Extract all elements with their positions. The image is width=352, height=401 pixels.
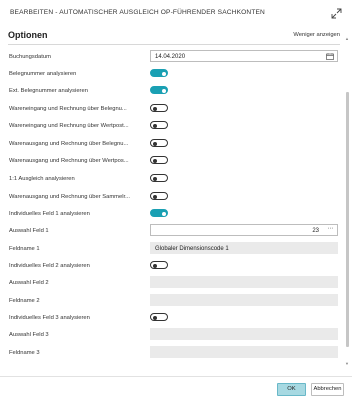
cancel-button[interactable]: Abbrechen [311, 383, 344, 396]
toggle-knob [153, 158, 157, 163]
toggle-switch[interactable] [150, 121, 168, 129]
field-row-warenausgang-und-rechnung-über-sammelr: Warenausgang und Rechnung über Sammelr..… [8, 190, 340, 204]
toggle-switch[interactable] [150, 313, 168, 321]
toggle-knob [162, 211, 166, 216]
toggle-switch[interactable] [150, 192, 168, 200]
toggle-switch[interactable] [150, 86, 168, 94]
toggle-switch[interactable] [150, 104, 168, 112]
field-label: Feldname 1 [9, 246, 40, 252]
toggle-knob [153, 106, 157, 111]
dialog-footer: OK Abbrechen [0, 376, 352, 401]
expand-icon[interactable] [331, 8, 342, 19]
field-label: Wareneingang und Rechnung über Wertpost.… [9, 123, 129, 129]
field-label: Buchungsdatum [9, 54, 51, 60]
field-label: Feldname 2 [9, 298, 40, 304]
field-row-feldname-1: Feldname 1 Globaler Dimensionscode 1 [8, 242, 340, 256]
field-row-individuelles-feld-3-analysieren: Individuelles Feld 3 analysieren [8, 311, 340, 325]
field-label: Feldname 3 [9, 350, 40, 356]
field-row-feldname-3: Feldname 3 [8, 346, 340, 360]
field-label: Belegnummer analysieren [9, 71, 77, 77]
date-input[interactable]: 14.04.2020 [150, 50, 338, 62]
readonly-field [150, 346, 338, 358]
field-label: Warenausgang und Rechnung über Wertpos..… [9, 158, 129, 164]
field-row-buchungsdatum: Buchungsdatum 14.04.2020 [8, 50, 340, 64]
field-label: Wareneingang und Rechnung über Belegnu..… [9, 106, 127, 112]
field-label: Auswahl Feld 1 [9, 228, 49, 234]
more-options-icon[interactable]: ··· [328, 225, 334, 233]
scroll-down-arrow-icon[interactable]: ▼ [345, 361, 349, 366]
field-value: Globaler Dimensionscode 1 [155, 246, 229, 252]
toggle-switch[interactable] [150, 69, 168, 77]
field-label: Individuelles Feld 1 analysieren [9, 211, 90, 217]
field-label: Auswahl Feld 3 [9, 332, 49, 338]
dialog: BEARBEITEN - AUTOMATISCHER AUSGLEICH OP-… [0, 0, 352, 401]
field-label: Ext. Belegnummer analysieren [9, 88, 88, 94]
toggle-switch[interactable] [150, 261, 168, 269]
field-row-auswahl-feld-2: Auswahl Feld 2 [8, 276, 340, 290]
toggle-knob [162, 71, 166, 76]
field-label: Individuelles Feld 2 analysieren [9, 263, 90, 269]
field-row-wareneingang-und-rechnung-über-wertpost: Wareneingang und Rechnung über Wertpost.… [8, 119, 340, 133]
number-input[interactable]: 23 ··· [150, 224, 338, 236]
toggle-switch[interactable] [150, 139, 168, 147]
field-row-warenausgang-und-rechnung-über-wertpos: Warenausgang und Rechnung über Wertpos..… [8, 154, 340, 168]
field-label: Auswahl Feld 2 [9, 280, 49, 286]
toggle-switch[interactable] [150, 209, 168, 217]
scrollbar-thumb[interactable] [346, 92, 349, 347]
section-title: Optionen [8, 30, 48, 40]
dialog-content: Optionen Weniger anzeigen Buchungsdatum 1… [0, 26, 352, 374]
field-row-wareneingang-und-rechnung-über-belegnu: Wareneingang und Rechnung über Belegnu..… [8, 102, 340, 116]
field-label: Warenausgang und Rechnung über Sammelr..… [9, 194, 130, 200]
field-value: 23 [312, 228, 319, 234]
scroll-up-arrow-icon[interactable]: ▲ [345, 36, 349, 41]
field-row-auswahl-feld-1: Auswahl Feld 1 23 ··· [8, 224, 340, 238]
field-row-warenausgang-und-rechnung-über-belegnu: Warenausgang und Rechnung über Belegnu..… [8, 137, 340, 151]
dialog-title: BEARBEITEN - AUTOMATISCHER AUSGLEICH OP-… [10, 9, 265, 16]
dialog-header: BEARBEITEN - AUTOMATISCHER AUSGLEICH OP-… [10, 8, 342, 23]
toggle-knob [153, 123, 157, 128]
field-value: 14.04.2020 [155, 54, 186, 60]
field-row-individuelles-feld-1-analysieren: Individuelles Feld 1 analysieren [8, 207, 340, 221]
vertical-scrollbar[interactable]: ▲ ▼ [345, 36, 349, 366]
ok-button[interactable]: OK [277, 383, 306, 396]
section-divider [8, 44, 340, 45]
toggle-knob [153, 176, 157, 181]
toggle-knob [153, 263, 157, 268]
readonly-field: Globaler Dimensionscode 1 [150, 242, 338, 254]
toggle-knob [153, 315, 157, 320]
toggle-knob [162, 88, 166, 93]
calendar-icon[interactable] [326, 53, 334, 60]
readonly-field [150, 276, 338, 288]
toggle-switch[interactable] [150, 174, 168, 182]
field-row-1-1-ausgleich-analysieren: 1:1 Ausgleich analysieren [8, 172, 340, 186]
show-less-link[interactable]: Weniger anzeigen [293, 32, 340, 38]
toggle-knob [153, 194, 157, 199]
field-row-auswahl-feld-3: Auswahl Feld 3 [8, 328, 340, 342]
field-row-individuelles-feld-2-analysieren: Individuelles Feld 2 analysieren [8, 259, 340, 273]
readonly-field [150, 328, 338, 340]
field-row-feldname-2: Feldname 2 [8, 294, 340, 308]
toggle-switch[interactable] [150, 156, 168, 164]
readonly-field [150, 294, 338, 306]
field-label: Individuelles Feld 3 analysieren [9, 315, 90, 321]
field-row-ext-belegnummer-analysieren: Ext. Belegnummer analysieren [8, 84, 340, 98]
field-row-belegnummer-analysieren: Belegnummer analysieren [8, 67, 340, 81]
field-label: 1:1 Ausgleich analysieren [9, 176, 75, 182]
toggle-knob [153, 141, 157, 146]
field-label: Warenausgang und Rechnung über Belegnu..… [9, 141, 129, 147]
